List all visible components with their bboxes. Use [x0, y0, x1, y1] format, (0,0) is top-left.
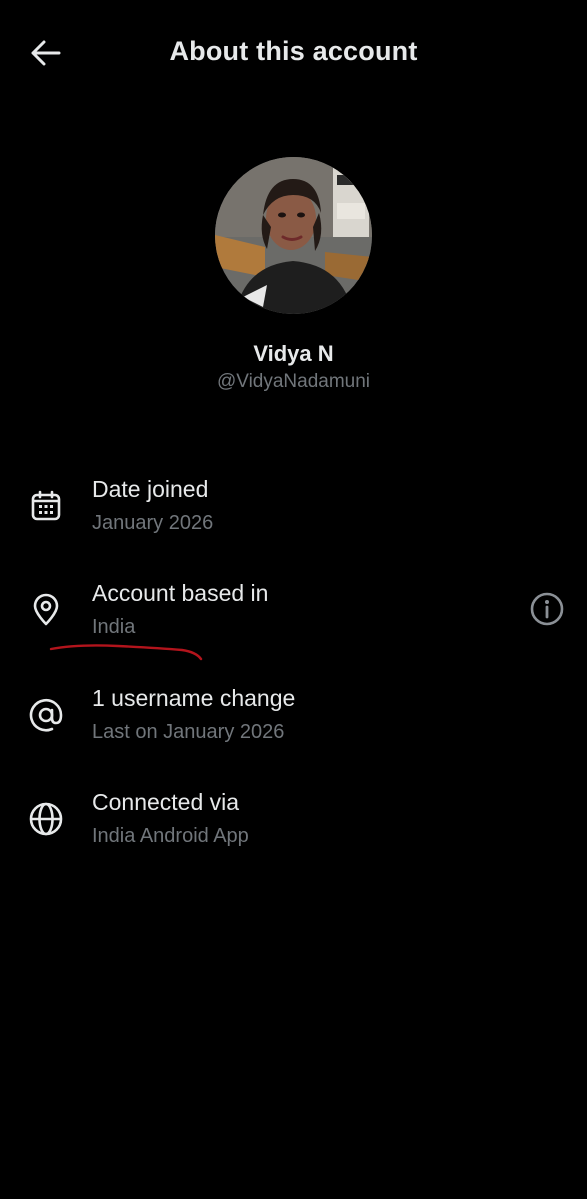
at-sign-icon: [26, 695, 66, 735]
connected-via-row: Connected via India Android App: [0, 785, 587, 855]
calendar-icon: [26, 486, 66, 526]
date-joined-row: Date joined January 2026: [0, 472, 587, 542]
globe-icon: [26, 799, 66, 839]
date-joined-value: January 2026: [92, 512, 214, 534]
account-based-in-value: India: [92, 616, 136, 638]
connected-via-label: Connected via: [92, 789, 240, 815]
account-based-in-row: Account based in India: [0, 576, 587, 646]
username-change-row: 1 username change Last on January 2026: [0, 681, 587, 751]
avatar[interactable]: [215, 157, 372, 314]
display-name: Vidya N: [253, 341, 334, 366]
connected-via-value: India Android App: [92, 825, 249, 847]
info-icon: [529, 591, 565, 632]
location-pin-icon: [26, 590, 66, 630]
account-based-in-label: Account based in: [92, 580, 269, 606]
username-handle: @VidyaNadamuni: [216, 371, 371, 392]
username-change-value: Last on January 2026: [92, 721, 285, 743]
page-title: About this account: [169, 36, 418, 66]
top-bar: About this account: [0, 0, 587, 106]
info-button[interactable]: [526, 590, 568, 632]
username-change-label: 1 username change: [92, 685, 296, 711]
date-joined-label: Date joined: [92, 476, 209, 502]
